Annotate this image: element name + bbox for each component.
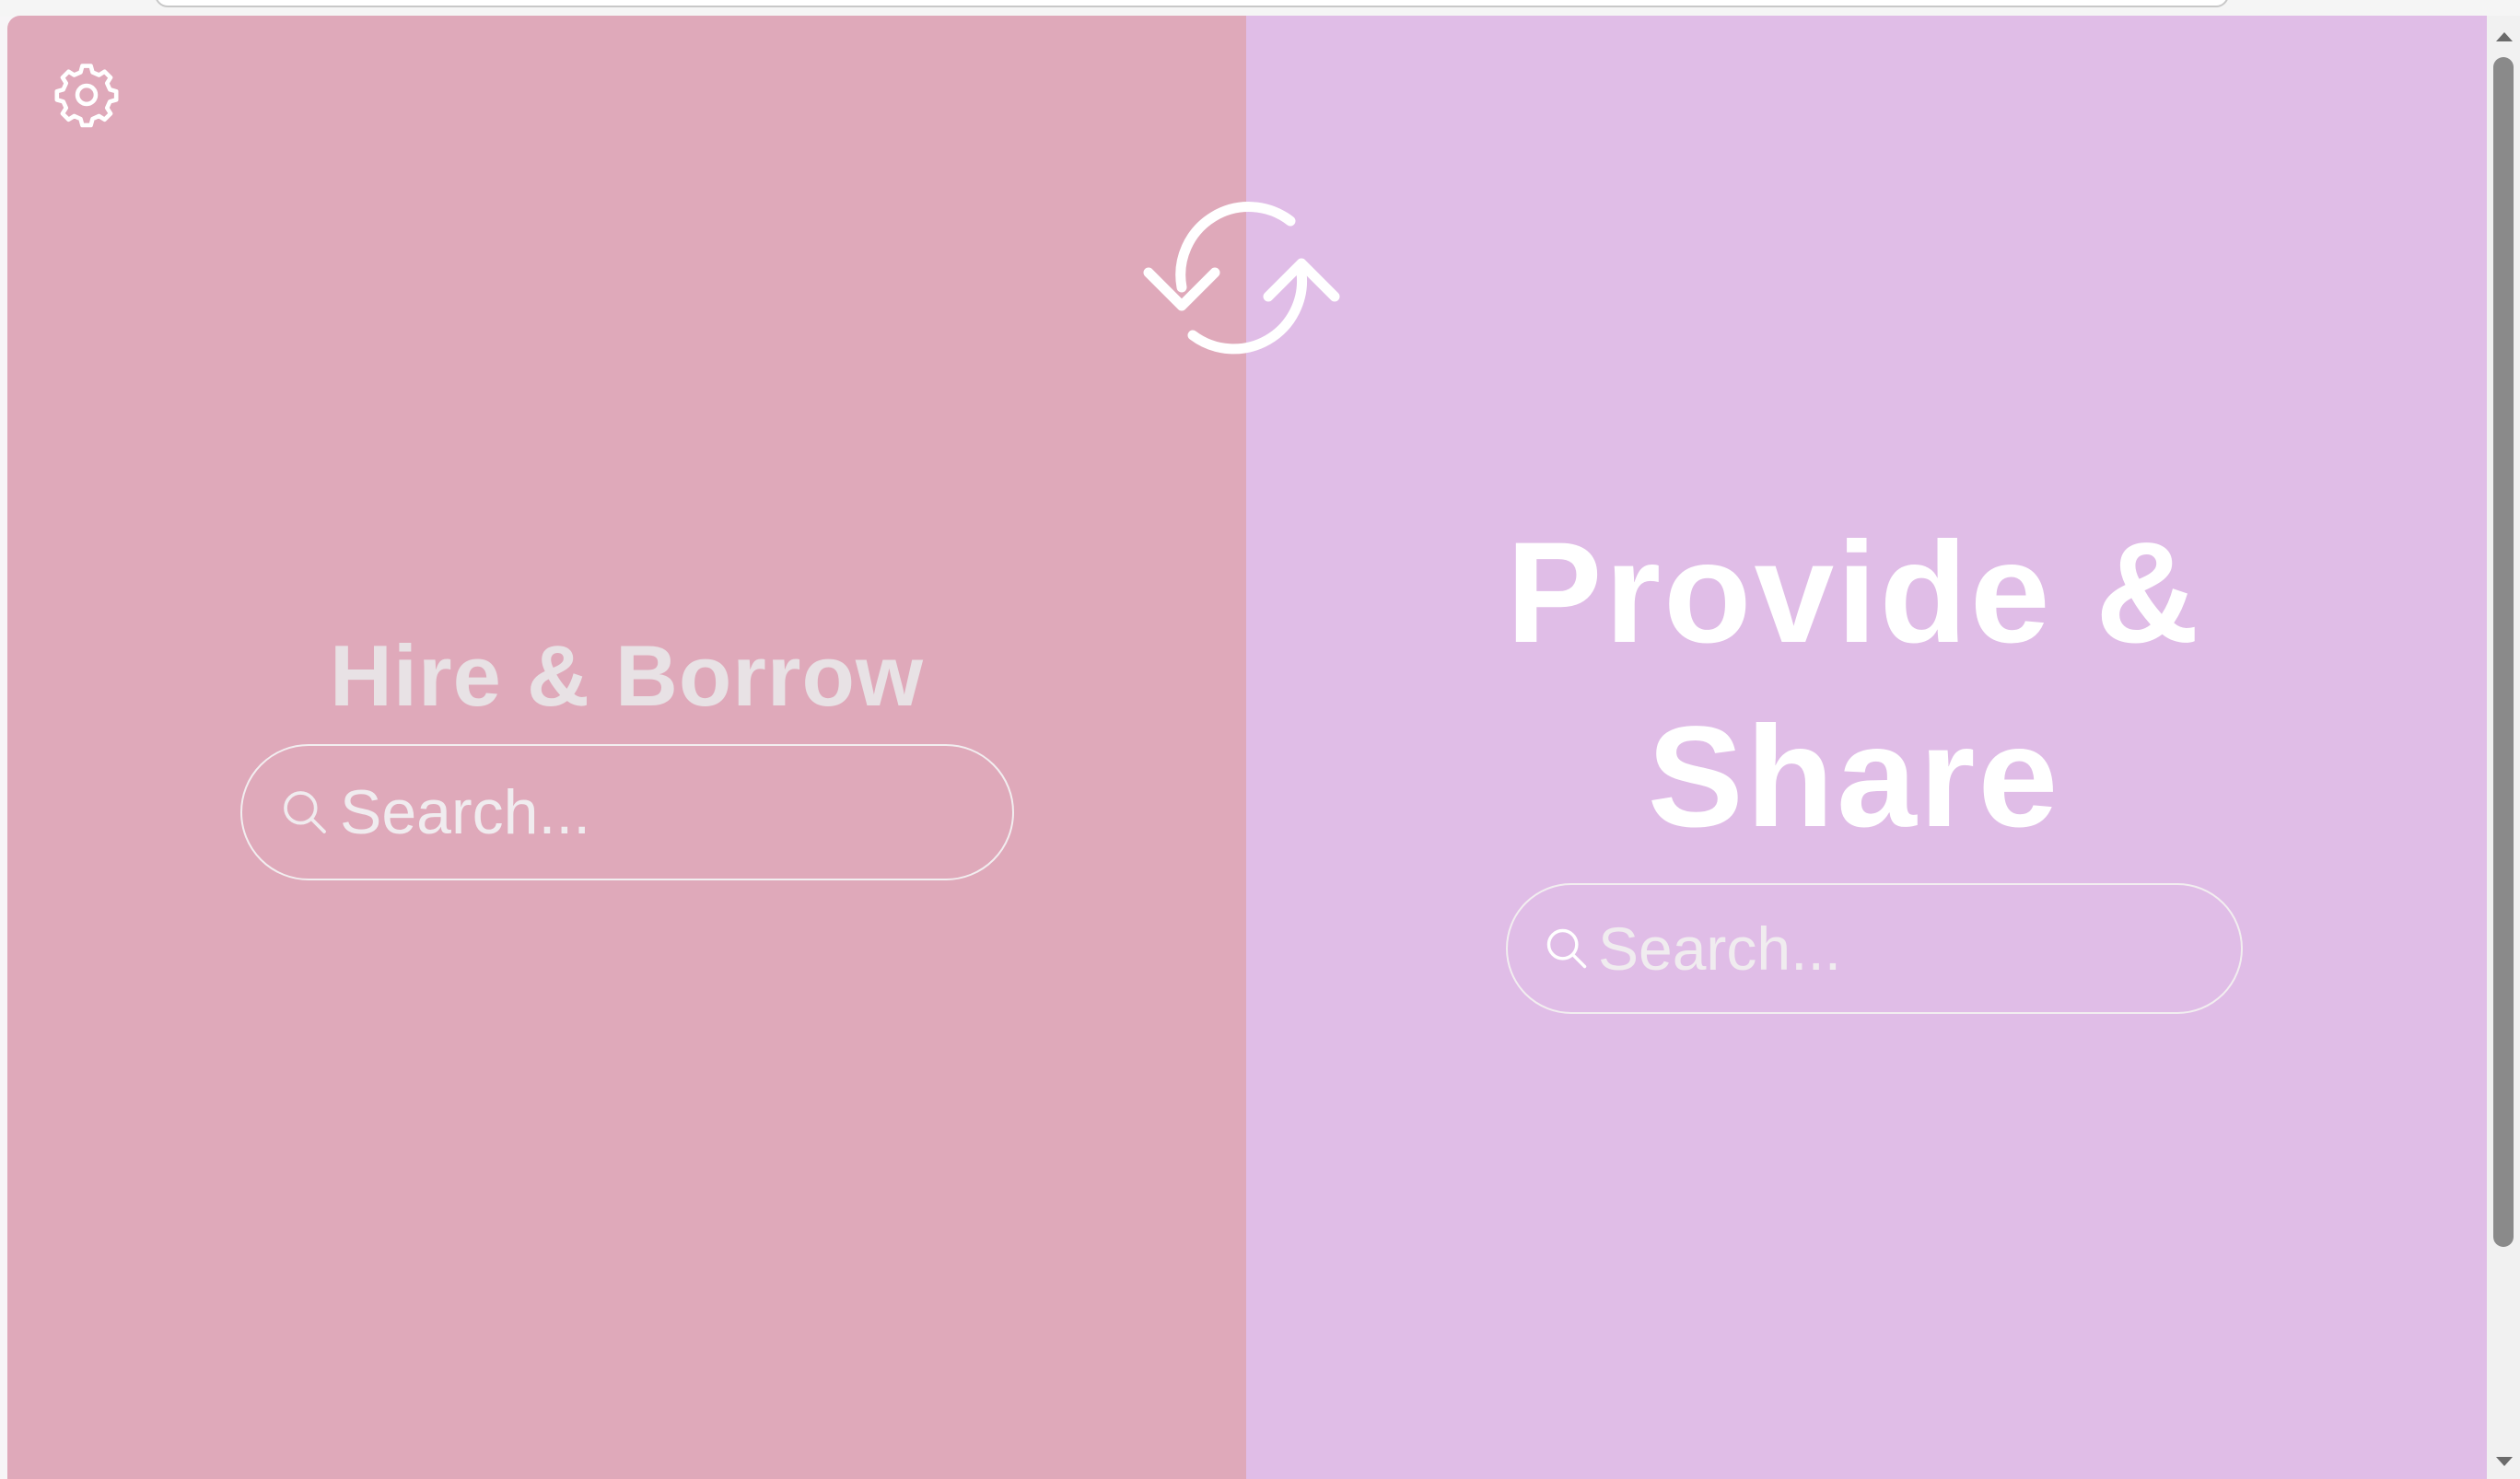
hire-borrow-title: Hire & Borrow [330, 627, 924, 724]
search-icon [284, 791, 326, 833]
scroll-down-arrow-icon[interactable] [2496, 1457, 2513, 1466]
address-bar[interactable] [155, 0, 2229, 7]
search-icon [1546, 928, 1587, 969]
browser-toolbar-edge [0, 0, 2520, 17]
app-viewport: Hire & Borrow Provide & Share [7, 16, 2487, 1479]
hire-search-input[interactable] [340, 776, 1012, 848]
settings-button[interactable] [44, 52, 129, 137]
provide-search-box[interactable] [1506, 883, 2243, 1014]
gear-icon [54, 64, 119, 128]
hire-search-box[interactable] [240, 744, 1014, 880]
hire-borrow-panel: Hire & Borrow [7, 16, 1246, 1479]
scroll-up-arrow-icon[interactable] [2496, 32, 2513, 41]
swap-arrows-icon [1143, 202, 1340, 355]
provide-share-title: Provide & Share [1506, 513, 2202, 857]
vertical-scrollbar[interactable] [2487, 16, 2520, 1479]
scroll-thumb[interactable] [2493, 57, 2514, 1247]
provide-share-panel: Provide & Share [1246, 16, 2487, 1479]
swap-mode-button[interactable] [1136, 192, 1357, 376]
provide-search-input[interactable] [1598, 914, 2241, 984]
